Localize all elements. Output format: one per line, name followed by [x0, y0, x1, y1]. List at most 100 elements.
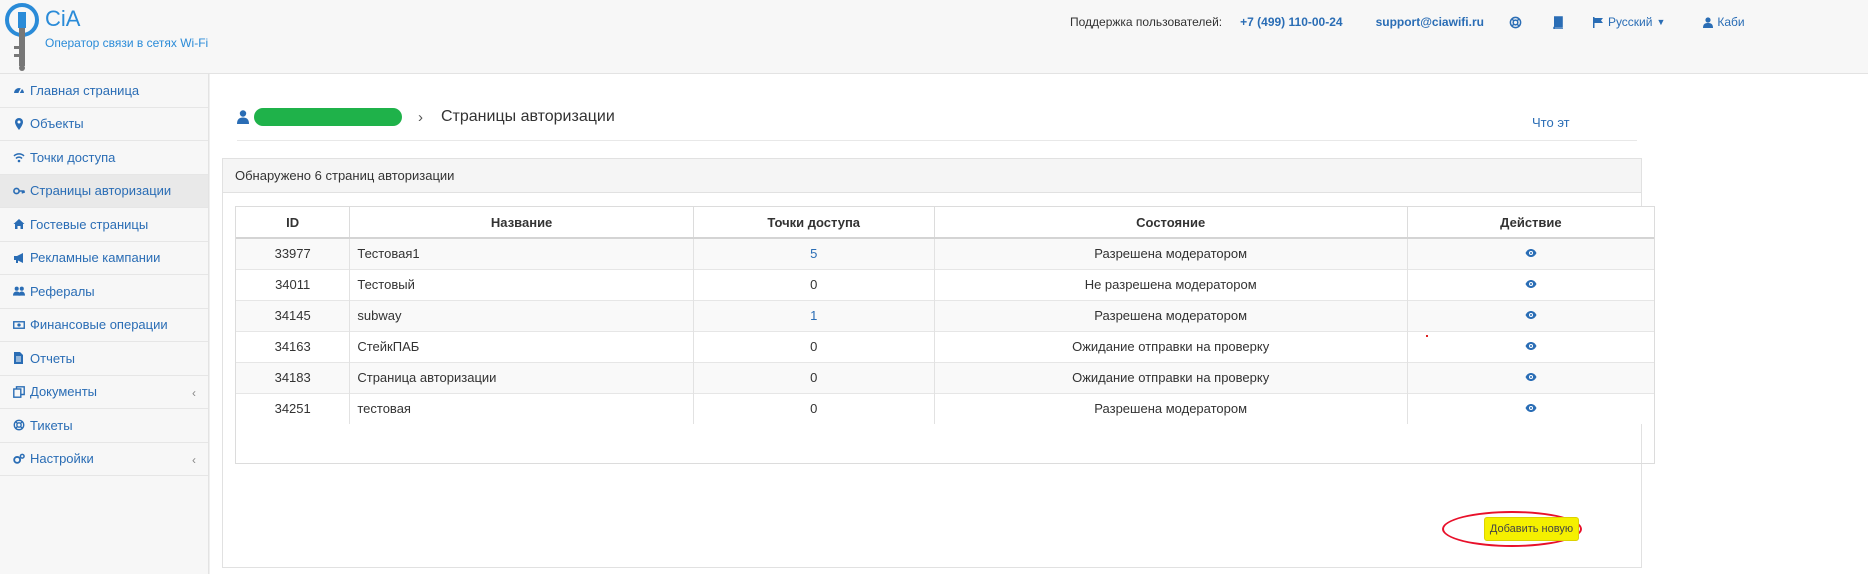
column-header-status[interactable]: Состояние — [934, 207, 1408, 239]
support-phone-link[interactable]: +7 (499) 110-00-24 — [1240, 15, 1342, 29]
redacted-account-name[interactable] — [254, 108, 402, 126]
top-nav: Поддержка пользователей: +7 (499) 110-00… — [1070, 13, 1745, 31]
brand-tagline: Оператор связи в сетях Wi-Fi — [45, 36, 209, 50]
cell-id: 34011 — [236, 268, 351, 300]
sidebar-item-home[interactable]: Главная страница — [0, 74, 208, 108]
user-icon — [1703, 16, 1714, 28]
user-icon — [237, 110, 249, 124]
cell-action — [1407, 392, 1654, 424]
eye-icon[interactable] — [1525, 248, 1537, 258]
eye-icon[interactable] — [1525, 403, 1537, 413]
key-icon — [13, 185, 25, 197]
breadcrumb-divider — [237, 140, 1637, 141]
eye-icon[interactable] — [1525, 279, 1537, 289]
cell-action — [1407, 330, 1654, 362]
money-icon — [13, 319, 25, 331]
table-row: 34183 Страница авторизации 0 Ожидание от… — [236, 361, 1654, 393]
eye-icon[interactable] — [1525, 372, 1537, 382]
sidebar-item-tickets[interactable]: Тикеты — [0, 409, 208, 443]
table-header-row: ID Название Точки доступа Состояние Дейс… — [236, 207, 1654, 239]
book-icon[interactable] — [1551, 15, 1565, 29]
sidebar-item-settings[interactable]: Настройки ‹ — [0, 443, 208, 476]
cell-access-points-link[interactable]: 1 — [693, 299, 935, 331]
table-row: 34145 subway 1 Разрешена модератором — [236, 299, 1654, 331]
cell-name: subway — [349, 299, 694, 331]
sidebar-item-label: Настройки — [30, 451, 94, 467]
cell-action — [1407, 361, 1654, 393]
cell-id: 34183 — [236, 361, 351, 393]
flag-icon — [1592, 16, 1603, 28]
cell-status: Разрешена модератором — [934, 392, 1408, 424]
breadcrumb-separator: › — [418, 108, 423, 126]
sidebar-item-label: Страницы авторизации — [30, 183, 172, 199]
sidebar-item-label: Рефералы — [30, 283, 95, 299]
sidebar-item-referrals[interactable]: Рефералы — [0, 275, 208, 309]
sidebar-item-label: Гостевые страницы — [30, 216, 149, 232]
cabinet-link[interactable]: Каби — [1703, 15, 1745, 29]
table-row: 34011 Тестовый 0 Не разрешена модераторо… — [236, 268, 1654, 300]
cell-access-points: 0 — [693, 361, 935, 393]
sidebar-item-documents[interactable]: Документы ‹ — [0, 376, 208, 409]
lifebuoy-icon — [13, 419, 25, 431]
chevron-down-icon: ▼ — [1656, 17, 1666, 27]
cell-name: Тестовый — [349, 268, 694, 300]
page-title: Страницы авторизации — [441, 108, 615, 125]
cell-access-points: 0 — [693, 268, 935, 300]
cell-name: Тестовая1 — [349, 237, 694, 269]
table-row: 34251 тестовая 0 Разрешена модератором — [236, 392, 1654, 424]
wifi-icon — [13, 151, 25, 163]
sidebar-item-access-points[interactable]: Точки доступа — [0, 141, 208, 175]
help-link[interactable]: Что эт — [1532, 115, 1570, 130]
cell-status: Разрешена модератором — [934, 237, 1408, 269]
column-header-id[interactable]: ID — [236, 207, 351, 239]
chevron-left-icon: ‹ — [192, 452, 196, 467]
sidebar-item-label: Финансовые операции — [30, 317, 168, 333]
add-new-button[interactable]: Добавить новую — [1484, 517, 1579, 541]
support-email-link[interactable]: support@ciawifi.ru — [1376, 15, 1484, 29]
cell-name: тестовая — [349, 392, 694, 424]
panel-heading: Обнаружено 6 страниц авторизации — [223, 159, 1641, 193]
sidebar-item-finance[interactable]: Финансовые операции — [0, 309, 208, 342]
cell-access-points: 0 — [693, 330, 935, 362]
cell-access-points: 0 — [693, 392, 935, 424]
brand-name[interactable]: CiA — [45, 6, 80, 32]
sidebar-item-label: Документы — [30, 384, 98, 400]
sidebar-nav: Главная страница Объекты Точки доступа С… — [0, 74, 209, 574]
map-marker-icon — [13, 117, 25, 130]
sidebar-item-label: Объекты — [30, 116, 84, 132]
cell-access-points-link[interactable]: 5 — [693, 237, 935, 269]
main-content: › Страницы авторизации Что эт Обнаружено… — [210, 74, 1868, 574]
cell-action — [1407, 237, 1654, 269]
eye-icon[interactable] — [1525, 341, 1537, 351]
cell-action — [1407, 299, 1654, 331]
lifebuoy-icon[interactable] — [1509, 15, 1523, 29]
bullhorn-icon — [13, 252, 25, 264]
sidebar-item-ad-campaigns[interactable]: Рекламные кампании — [0, 242, 208, 275]
annotation-dot — [1426, 335, 1428, 337]
sidebar-item-objects[interactable]: Объекты — [0, 108, 208, 141]
cell-status: Разрешена модератором — [934, 299, 1408, 331]
auth-pages-table: ID Название Точки доступа Состояние Дейс… — [235, 206, 1655, 464]
auth-pages-panel: Обнаружено 6 страниц авторизации ID Назв… — [222, 158, 1655, 568]
cell-id: 34251 — [236, 392, 351, 424]
column-header-access-points[interactable]: Точки доступа — [693, 207, 935, 239]
language-label: Русский — [1607, 15, 1653, 29]
cell-name: Страница авторизации — [349, 361, 694, 393]
cell-status: Ожидание отправки на проверку — [934, 361, 1408, 393]
sidebar-item-reports[interactable]: Отчеты — [0, 342, 208, 376]
sidebar-item-label: Отчеты — [30, 350, 75, 366]
dashboard-icon — [13, 84, 25, 96]
users-icon — [13, 285, 25, 297]
file-icon — [13, 352, 25, 365]
sidebar-item-guest-pages[interactable]: Гостевые страницы — [0, 208, 208, 242]
column-header-name[interactable]: Название — [349, 207, 694, 239]
language-dropdown[interactable]: Русский ▼ — [1592, 15, 1666, 29]
cia-logo[interactable] — [2, 2, 50, 72]
cell-id: 34163 — [236, 330, 351, 362]
cell-status: Ожидание отправки на проверку — [934, 330, 1408, 362]
sidebar-item-label: Точки доступа — [30, 149, 116, 165]
sidebar-item-label: Тикеты — [30, 417, 73, 433]
eye-icon[interactable] — [1525, 310, 1537, 320]
sidebar-item-auth-pages[interactable]: Страницы авторизации — [0, 174, 208, 208]
breadcrumb: › Страницы авторизации — [237, 102, 1637, 132]
